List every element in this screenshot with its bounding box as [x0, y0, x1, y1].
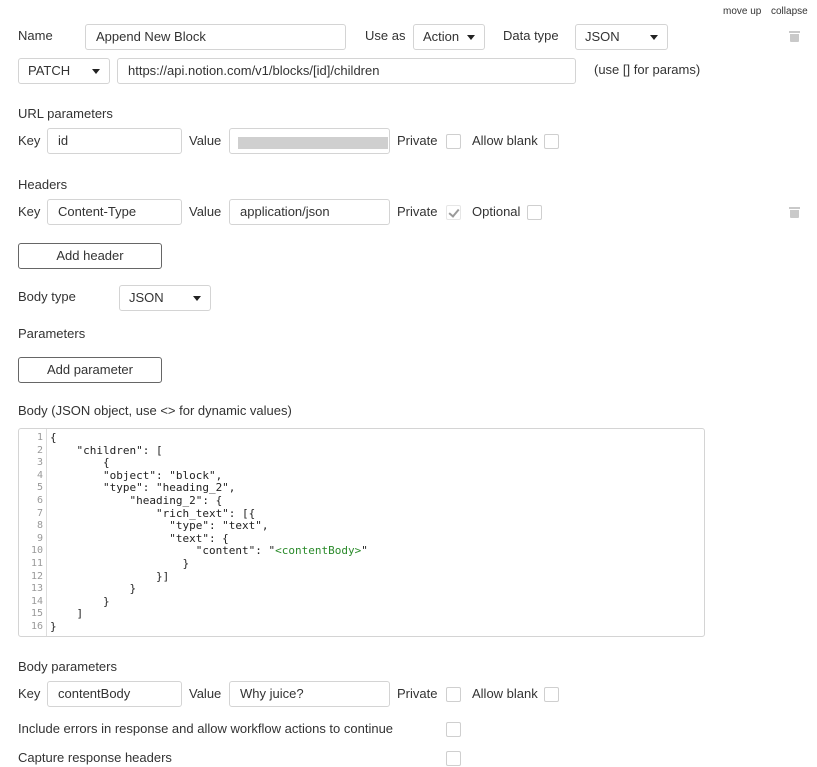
body-param-key-input[interactable]: contentBody	[47, 681, 182, 707]
trash-icon[interactable]	[789, 31, 800, 42]
body-param-private-checkbox[interactable]	[446, 687, 461, 702]
url-param-private-label: Private	[397, 133, 438, 148]
line-number: 12	[30, 570, 43, 582]
body-type-dropdown[interactable]: JSON	[119, 285, 211, 311]
parameters-title: Parameters	[18, 326, 86, 341]
code-line: }	[50, 619, 57, 633]
body-param-key-label: Key	[18, 686, 41, 701]
line-number: 8	[36, 520, 43, 532]
header-optional-label: Optional	[472, 204, 521, 219]
chevron-down-icon	[467, 35, 475, 40]
add-parameter-button[interactable]: Add parameter	[18, 357, 162, 383]
header-value-label: Value	[189, 204, 222, 219]
headers-title: Headers	[18, 177, 68, 192]
redacted-value	[238, 137, 388, 149]
url-input[interactable]: https://api.notion.com/v1/blocks/[id]/ch…	[117, 58, 576, 84]
line-number: 14	[30, 595, 43, 607]
line-number: 13	[30, 583, 43, 595]
body-param-value-input[interactable]: Why juice?	[229, 681, 390, 707]
url-parameters-title: URL parameters	[18, 106, 113, 121]
line-number: 4	[36, 469, 43, 481]
code-line: }	[50, 594, 110, 608]
header-private-label: Private	[397, 204, 438, 219]
header-private-checkbox[interactable]	[446, 205, 461, 220]
http-method-dropdown[interactable]: PATCH	[18, 58, 110, 84]
body-type-value: JSON	[129, 290, 164, 305]
url-param-allow-blank-checkbox[interactable]	[544, 134, 559, 149]
line-number: 7	[36, 507, 43, 519]
body-param-allow-blank-checkbox[interactable]	[544, 687, 559, 702]
code-line: ]	[50, 607, 84, 621]
capture-headers-label: Capture response headers	[18, 750, 172, 765]
use-as-dropdown[interactable]: Action	[413, 24, 485, 50]
line-number: 6	[36, 494, 43, 506]
line-number: 16	[30, 620, 43, 632]
body-type-label: Body type	[18, 289, 76, 304]
line-number: 1	[36, 432, 43, 443]
url-param-key-input[interactable]: id	[47, 128, 182, 154]
use-as-label: Use as	[365, 28, 406, 43]
name-input[interactable]: Append New Block	[85, 24, 346, 50]
url-hint: (use [] for params)	[594, 62, 701, 77]
line-number: 3	[36, 457, 43, 469]
line-number: 9	[36, 532, 43, 544]
url-param-value-input[interactable]	[229, 128, 390, 154]
url-param-value-label: Value	[189, 133, 222, 148]
header-key-label: Key	[18, 204, 41, 219]
chevron-down-icon	[193, 296, 201, 301]
line-number: 11	[30, 557, 43, 569]
line-number: 5	[36, 482, 43, 494]
dynamic-value: <contentBody>	[275, 544, 362, 558]
body-param-private-label: Private	[397, 686, 438, 701]
line-number: 15	[30, 608, 43, 620]
data-type-dropdown[interactable]: JSON	[575, 24, 668, 50]
line-number: 2	[36, 444, 43, 456]
url-param-allow-blank-label: Allow blank	[472, 133, 538, 148]
move-up-link[interactable]: move up	[723, 6, 761, 17]
data-type-label: Data type	[503, 28, 559, 43]
data-type-value: JSON	[585, 29, 620, 44]
header-key-input[interactable]: Content-Type	[47, 199, 182, 225]
body-parameters-title: Body parameters	[18, 659, 117, 674]
body-param-allow-blank-label: Allow blank	[472, 686, 538, 701]
add-header-button[interactable]: Add header	[18, 243, 162, 269]
url-param-private-checkbox[interactable]	[446, 134, 461, 149]
include-errors-checkbox[interactable]	[446, 722, 461, 737]
body-param-value-label: Value	[189, 686, 222, 701]
use-as-value: Action	[423, 29, 460, 44]
chevron-down-icon	[650, 35, 658, 40]
line-numbers: 1 2 3 4 5 6 7 8 9 10 11 12 13 14 15 16	[19, 432, 43, 634]
trash-icon[interactable]	[789, 207, 800, 218]
capture-headers-checkbox[interactable]	[446, 751, 461, 766]
body-code-editor[interactable]: 1 2 3 4 5 6 7 8 9 10 11 12 13 14 15 16 { "children": [ …	[18, 428, 705, 637]
header-optional-checkbox[interactable]	[527, 205, 542, 220]
collapse-link[interactable]: collapse	[771, 6, 808, 17]
include-errors-label: Include errors in response and allow wor…	[18, 721, 394, 736]
body-title: Body (JSON object, use <> for dynamic va…	[18, 403, 292, 418]
http-method-value: PATCH	[28, 63, 71, 78]
code-lines[interactable]: { "children": [ { "object": "block", "ty…	[50, 431, 368, 634]
header-value-input[interactable]: application/json	[229, 199, 390, 225]
chevron-down-icon	[92, 69, 100, 74]
url-param-key-label: Key	[18, 133, 41, 148]
line-number: 10	[30, 545, 43, 557]
name-label: Name	[18, 28, 53, 43]
